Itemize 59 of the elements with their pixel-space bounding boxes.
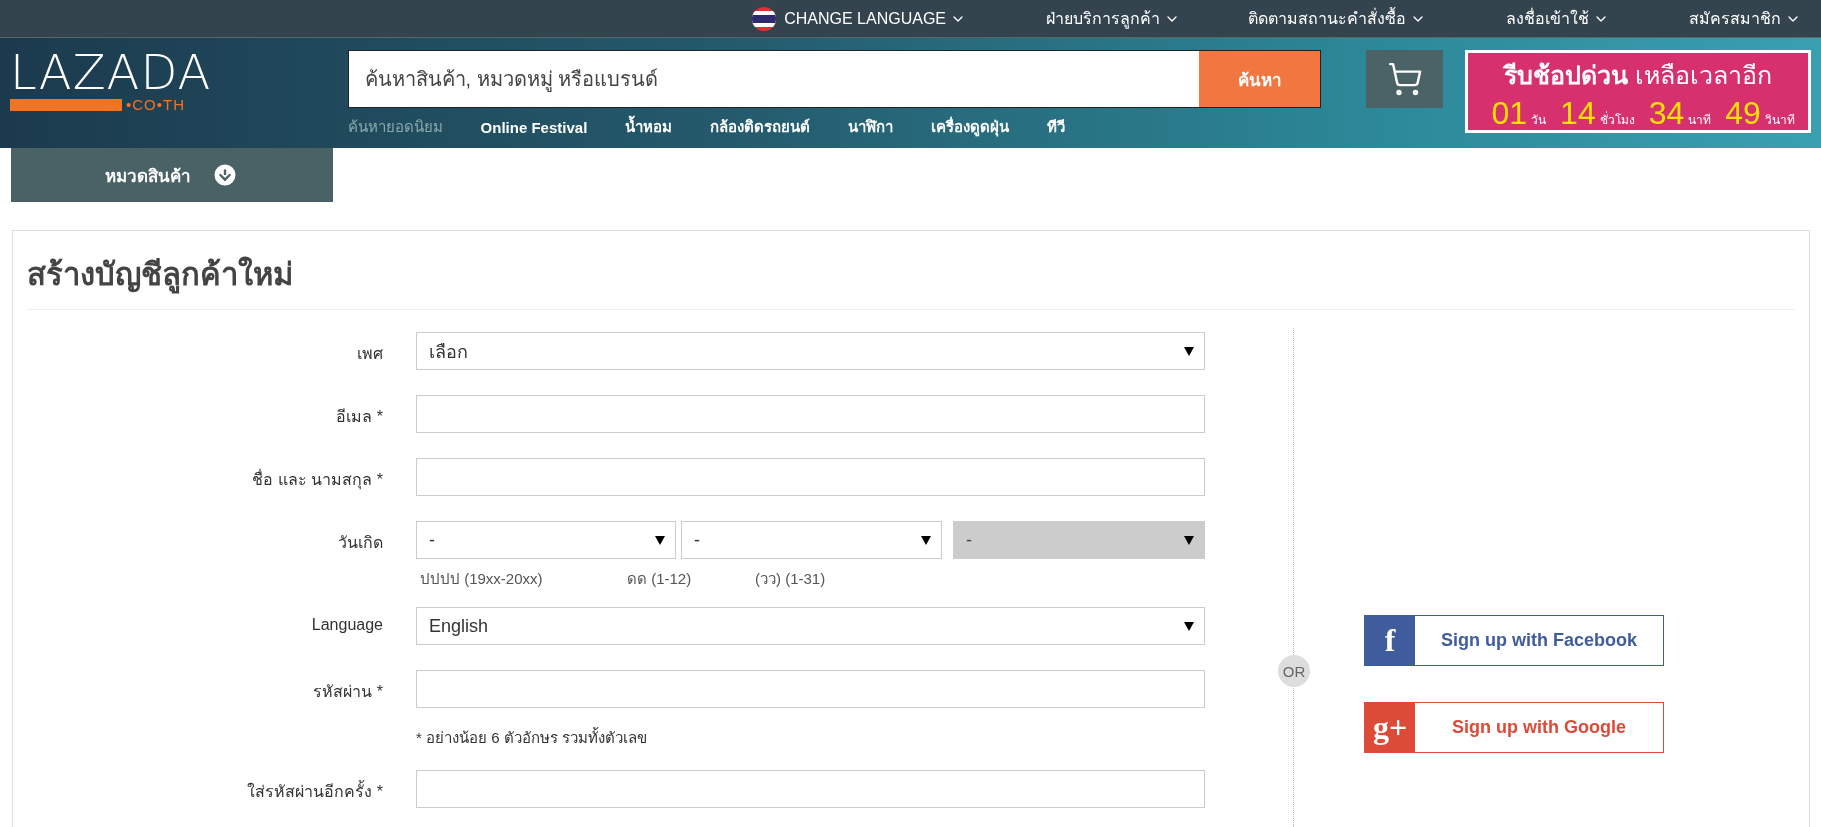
top-nav-link[interactable]: ติดตามสถานะคำสั่งซื้อ bbox=[1248, 6, 1426, 31]
date-select[interactable]: - bbox=[681, 521, 942, 559]
facebook-signup-button[interactable]: f Sign up with Facebook bbox=[1364, 615, 1664, 666]
select-field[interactable]: เลือก bbox=[416, 332, 1205, 370]
date-select[interactable]: - bbox=[416, 521, 676, 559]
password-hint: * อย่างน้อย 6 ตัวอักษร รวมทั้งตัวเลข bbox=[416, 726, 648, 748]
input-field[interactable] bbox=[416, 670, 1205, 708]
countdown-number: 49 bbox=[1725, 95, 1761, 132]
or-divider-label: OR bbox=[1278, 655, 1310, 687]
field-label: ชื่อ และ นามสกุล * bbox=[251, 468, 384, 492]
caret-icon bbox=[1184, 346, 1194, 356]
countdown-number: 14 bbox=[1560, 95, 1596, 132]
date-hint: (วว) (1-31) bbox=[755, 570, 826, 587]
field-label: Language bbox=[310, 615, 384, 634]
popular-searches-label: ค้นหายอดนิยม bbox=[347, 117, 443, 137]
logo-text[interactable]: LAZADA bbox=[10, 50, 348, 94]
field-label: วันเกิด bbox=[337, 533, 384, 553]
form-title: สร้างบัญชีลูกค้าใหม่ bbox=[27, 231, 1795, 310]
banner-title: รีบช้อปด่วน เหลือเวลาอีก bbox=[1504, 60, 1773, 91]
countdown-unit: นาที bbox=[1688, 112, 1712, 129]
popular-search-link[interactable]: เครื่องดูดฝุ่น bbox=[931, 115, 1010, 139]
top-nav-link[interactable]: ลงชื่อเข้าใช้ bbox=[1506, 6, 1609, 31]
input-field[interactable] bbox=[416, 458, 1205, 496]
caret-icon bbox=[655, 535, 665, 545]
countdown-unit: ชั่วโมง bbox=[1599, 110, 1635, 129]
caret-icon bbox=[921, 535, 931, 545]
change-language-link[interactable]: CHANGE LANGUAGE bbox=[784, 9, 966, 28]
google-plus-logo-icon: g+ bbox=[1365, 703, 1415, 752]
countdown-unit: วินาที bbox=[1764, 112, 1795, 129]
category-menu-button[interactable]: หมวดสินค้า bbox=[11, 148, 333, 202]
input-field[interactable] bbox=[416, 395, 1205, 433]
date-hint: ปปปป (19xx-20xx) bbox=[420, 570, 543, 587]
cart-icon bbox=[1386, 61, 1423, 97]
caret-icon bbox=[1184, 621, 1194, 631]
thai-flag-icon bbox=[752, 6, 777, 31]
popular-search-link[interactable]: ทีวี bbox=[1047, 115, 1066, 139]
top-nav-link[interactable]: สมัครสมาชิก bbox=[1689, 6, 1801, 31]
cart-button[interactable] bbox=[1366, 50, 1444, 108]
field-label: เพศ bbox=[356, 344, 384, 364]
popular-search-link[interactable]: Online Festival bbox=[480, 118, 588, 136]
arrow-down-circle-icon bbox=[211, 161, 239, 189]
date-hint: ดด (1-12) bbox=[627, 570, 692, 587]
top-nav-link[interactable]: ฝ่ายบริการลูกค้า bbox=[1046, 6, 1180, 31]
google-signup-button[interactable]: g+ Sign up with Google bbox=[1364, 702, 1664, 753]
field-label: ใส่รหัสผ่านอีกครั้ง * bbox=[27, 770, 416, 804]
popular-search-link[interactable]: กล้องติดรถยนต์ bbox=[710, 115, 811, 139]
field-label: อีเมล * bbox=[335, 407, 384, 427]
popular-search-link[interactable]: น้ำหอม bbox=[625, 115, 673, 139]
countdown-unit: วัน bbox=[1531, 112, 1547, 129]
caret-icon bbox=[1184, 535, 1194, 545]
logo-domain: •CO•TH bbox=[126, 96, 185, 113]
countdown-banner[interactable]: รีบช้อปด่วน เหลือเวลาอีก 01 วัน 14 ชั่วโมง 34 นาที 49 วินาที bbox=[1465, 50, 1811, 133]
countdown-number: 34 bbox=[1648, 95, 1685, 132]
facebook-logo-icon: f bbox=[1365, 616, 1415, 665]
input-field[interactable] bbox=[416, 770, 1205, 808]
popular-search-link[interactable]: นาฬิกา bbox=[848, 115, 894, 139]
select-field[interactable]: English bbox=[416, 607, 1205, 645]
field-label: รหัสผ่าน * bbox=[312, 682, 384, 702]
countdown-number: 01 bbox=[1491, 95, 1528, 132]
